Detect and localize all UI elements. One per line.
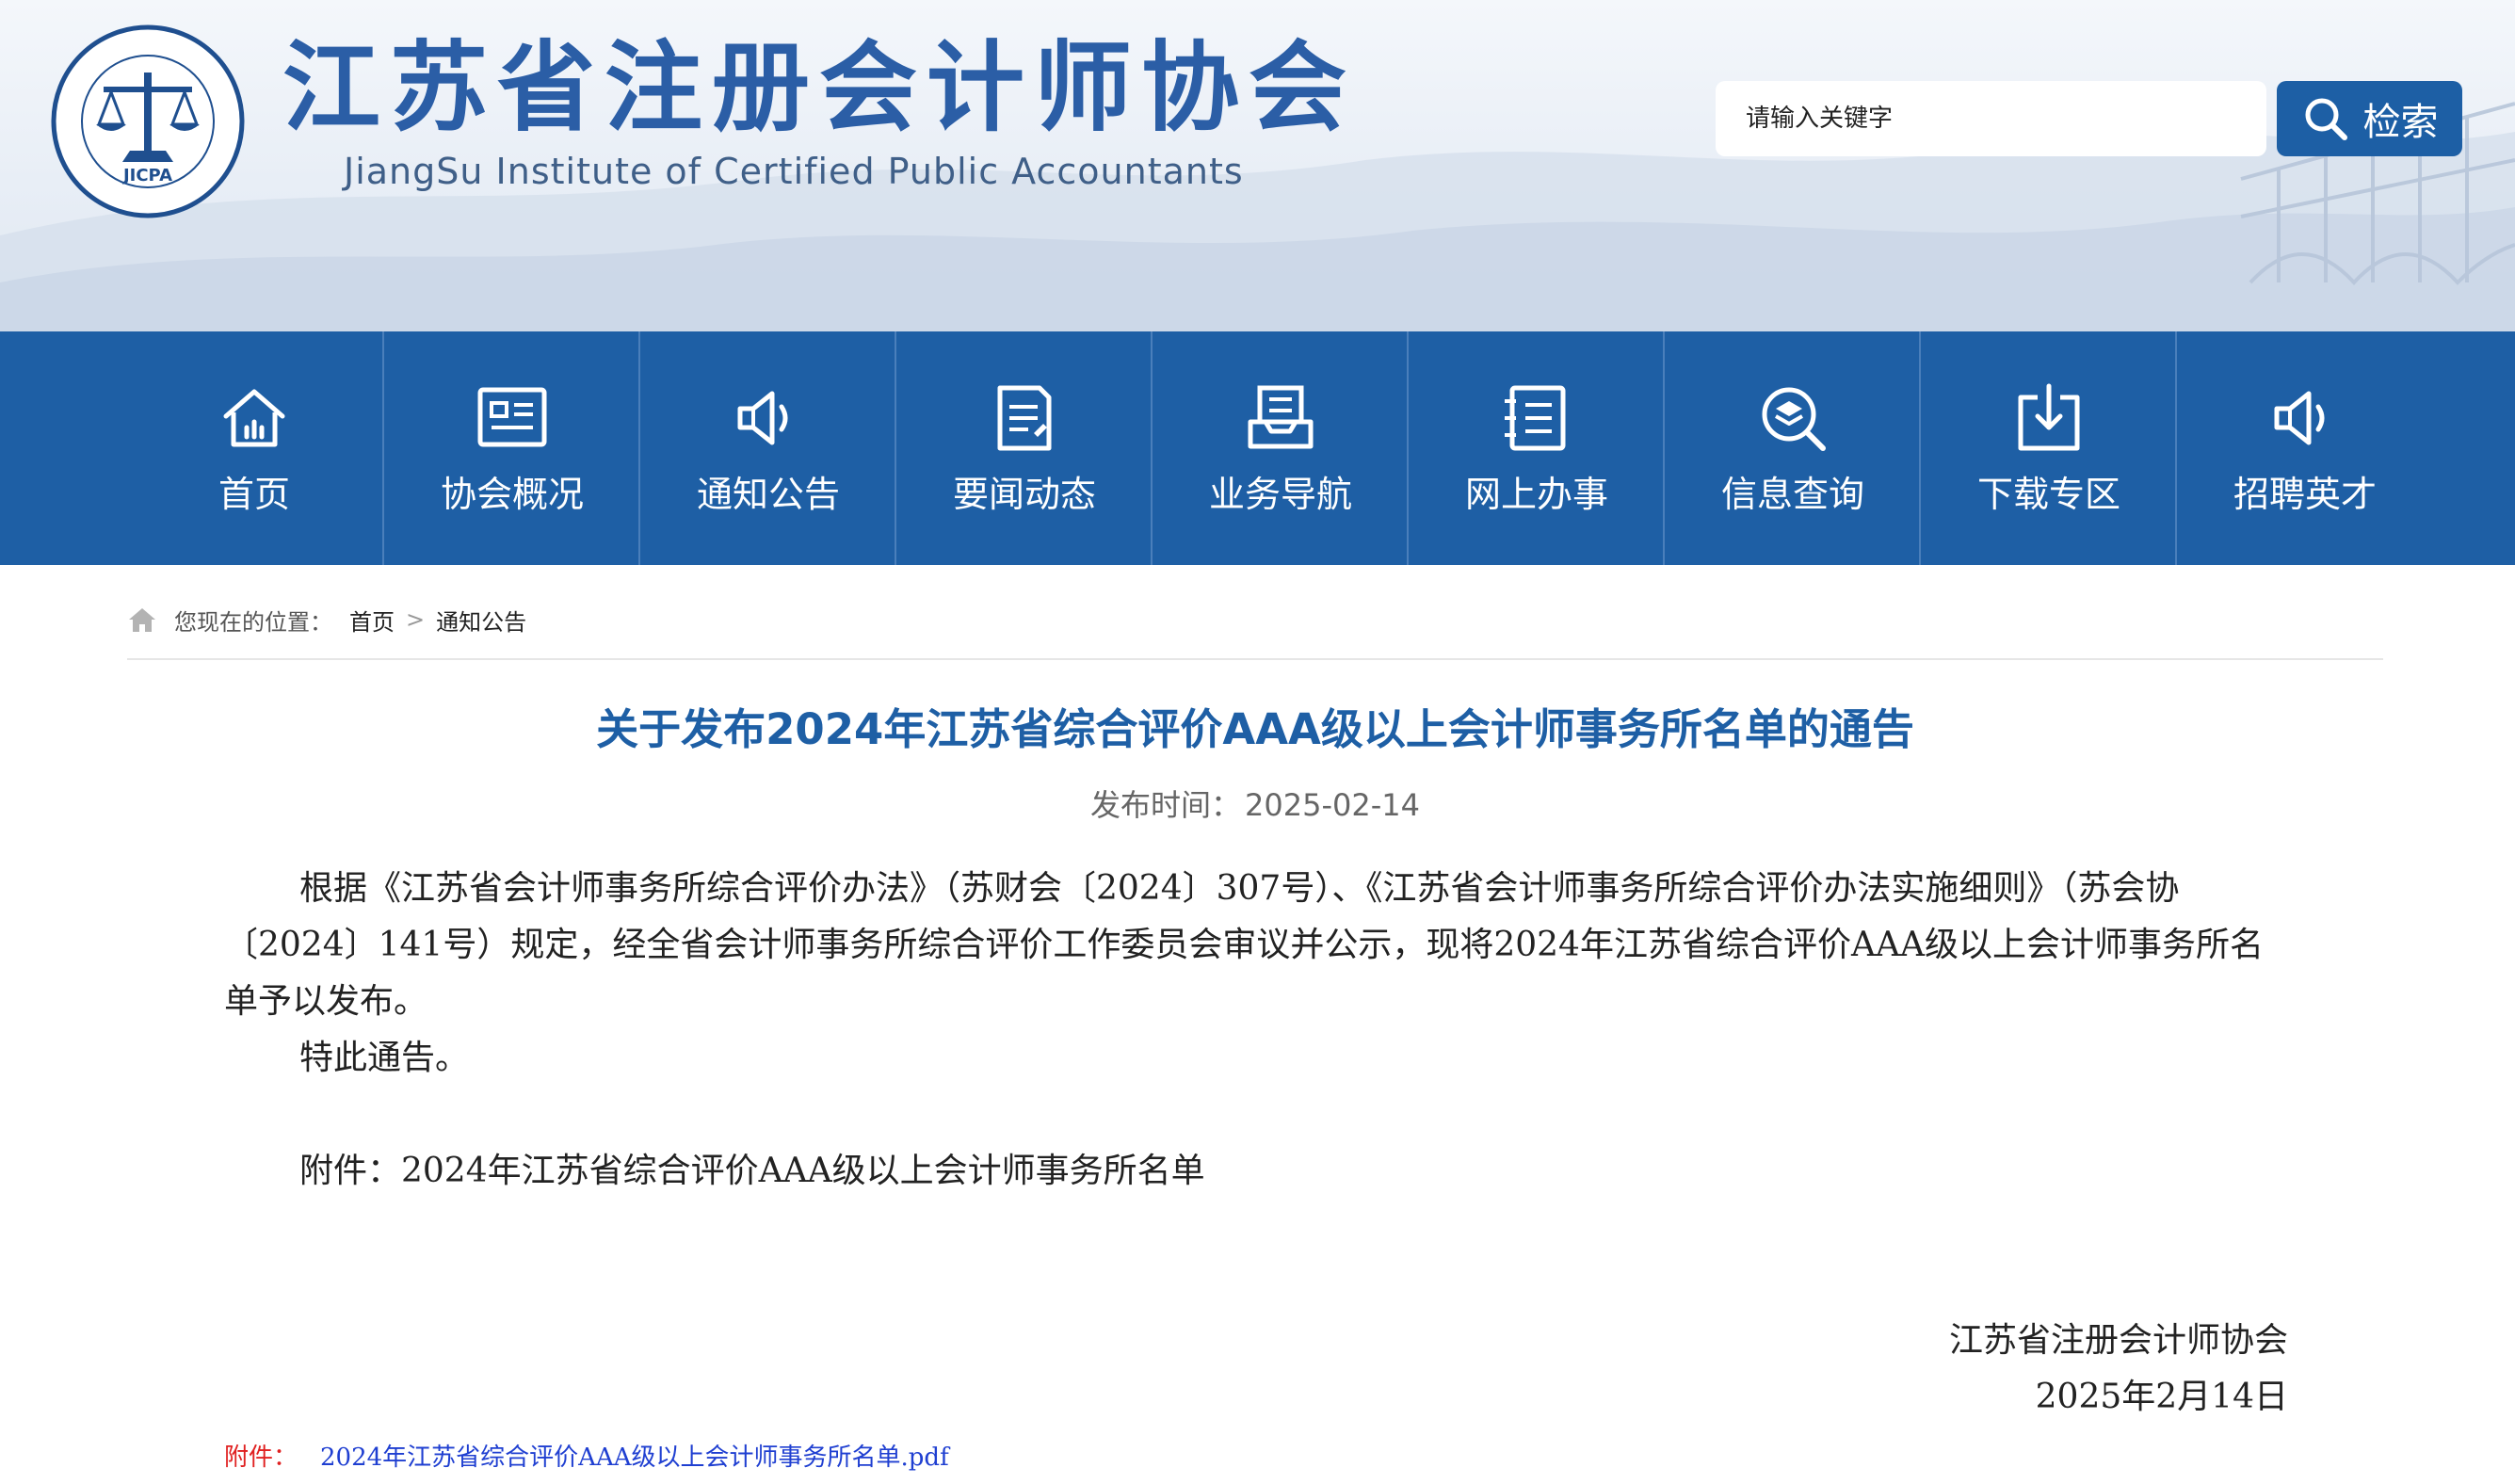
- breadcrumb-notices-link[interactable]: 通知公告: [436, 604, 526, 637]
- document-icon: [997, 385, 1052, 451]
- breadcrumb: 您现在的位置： 首页 > 通知公告: [127, 601, 526, 638]
- publish-date-label: 发布时间：: [1090, 787, 1242, 823]
- signature-organization: 江苏省注册会计师协会: [1948, 1321, 2288, 1360]
- article-title: 关于发布2024年江苏省综合评价AAA级以上会计师事务所名单的通告: [596, 704, 1914, 754]
- article-paragraph: 根据《江苏省会计师事务所综合评价办法》（苏财会〔2024〕307号）、《江苏省会…: [224, 869, 2264, 1021]
- tray-icon: [1248, 385, 1314, 449]
- nav-label: 招聘英才: [2233, 474, 2377, 515]
- nav-item-home[interactable]: 首页: [126, 331, 382, 565]
- signature-date: 2025年2月14日: [2035, 1378, 2288, 1416]
- list-icon: [1505, 385, 1566, 451]
- nav-label: 协会概况: [440, 474, 584, 515]
- article-attachment-note: 附件：2024年江苏省综合评价AAA级以上会计师事务所名单: [299, 1152, 1205, 1190]
- site-title: 江苏省注册会计师协会: [282, 30, 1357, 145]
- nav-item-recruitment[interactable]: 招聘英才: [2177, 331, 2433, 565]
- breadcrumb-separator: >: [406, 606, 426, 633]
- nav-label: 网上办事: [1464, 474, 1608, 515]
- site-subtitle: JiangSu Institute of Certified Public Ac…: [344, 151, 1244, 192]
- article-closing: 特此通告。: [299, 1039, 470, 1077]
- download-icon: [2018, 383, 2080, 451]
- breadcrumb-divider: [127, 658, 2383, 660]
- attachment-row: 附件： 2024年江苏省综合评价AAA级以上会计师事务所名单.pdf: [224, 1439, 949, 1476]
- nav-label: 下载专区: [1976, 474, 2120, 515]
- publish-date-value: 2025-02-14: [1245, 787, 1420, 823]
- nav-item-business[interactable]: 业务导航: [1153, 331, 1409, 565]
- jicpa-logo: JICPA: [51, 24, 245, 218]
- nav-label: 业务导航: [1208, 474, 1352, 515]
- article-body: 根据《江苏省会计师事务所综合评价办法》（苏财会〔2024〕307号）、《江苏省会…: [224, 861, 2292, 1200]
- search-button[interactable]: 检索: [2277, 81, 2462, 156]
- search-input[interactable]: [1716, 81, 2266, 156]
- nav-item-news[interactable]: 要闻动态: [896, 331, 1153, 565]
- speaker-icon: [2274, 391, 2325, 445]
- nav-label: 信息查询: [1720, 474, 1864, 515]
- home-icon: [223, 389, 285, 447]
- nav-item-downloads[interactable]: 下载专区: [1921, 331, 2177, 565]
- publish-date: 发布时间： 2025-02-14: [127, 782, 2383, 825]
- nav-label: 要闻动态: [952, 474, 1096, 515]
- home-icon: [129, 608, 155, 632]
- search-icon: [2305, 98, 2347, 140]
- attachment-label: 附件：: [224, 1444, 298, 1472]
- site-header: JICPA 江苏省注册会计师协会 JiangSu Institute of Ce…: [0, 0, 2515, 331]
- nav-item-info-query[interactable]: 信息查询: [1665, 331, 1921, 565]
- main-nav: 首页 协会概况 通知公告 要闻动态 业务导航 网上办事 信息查询 下载专区 招聘…: [0, 331, 2515, 565]
- search-layers-icon: [1762, 387, 1826, 451]
- nav-label: 首页: [218, 474, 290, 515]
- breadcrumb-home-link[interactable]: 首页: [349, 604, 395, 637]
- search-button-label: 检索: [2362, 101, 2439, 144]
- nav-item-about[interactable]: 协会概况: [384, 331, 640, 565]
- nav-label: 通知公告: [696, 474, 840, 515]
- speaker-icon: [737, 391, 788, 445]
- info-board-icon: [477, 387, 547, 447]
- breadcrumb-prefix: 您现在的位置：: [174, 608, 332, 636]
- svg-text:JICPA: JICPA: [121, 166, 172, 186]
- nav-item-notices[interactable]: 通知公告: [640, 331, 896, 565]
- nav-item-online-services[interactable]: 网上办事: [1409, 331, 1665, 565]
- attachment-download-link[interactable]: 2024年江苏省综合评价AAA级以上会计师事务所名单.pdf: [320, 1444, 949, 1472]
